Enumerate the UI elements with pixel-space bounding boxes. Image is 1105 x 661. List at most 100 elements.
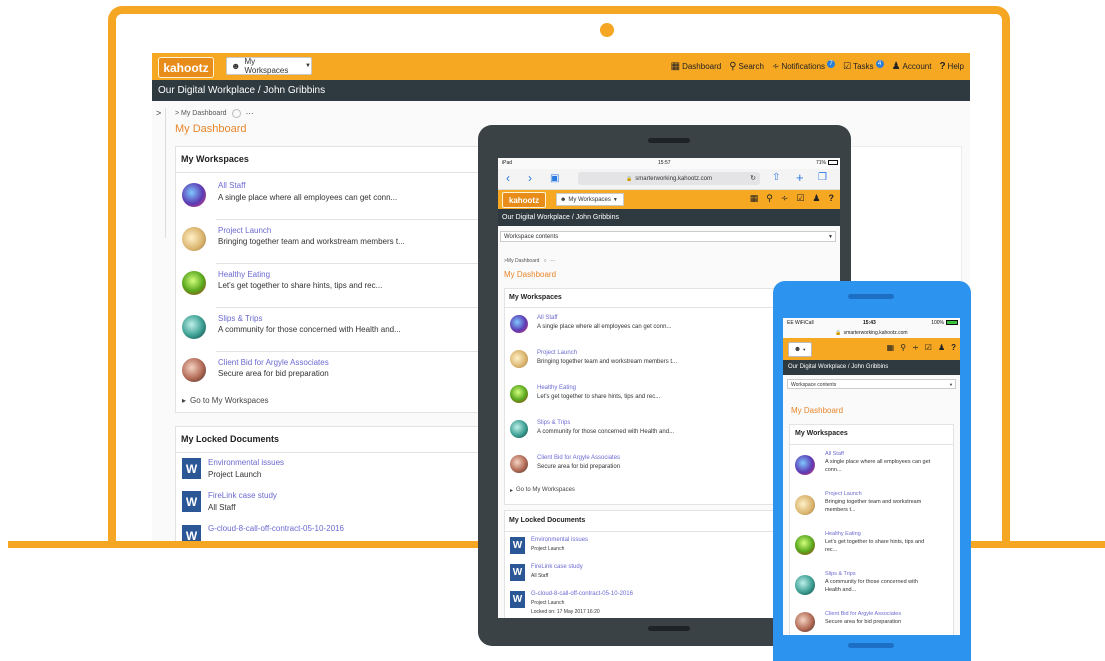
forward-icon[interactable]: › — [528, 171, 532, 185]
user-icon[interactable]: ♟ — [812, 193, 820, 204]
workspace-selector[interactable]: ☻ My Workspaces ▼ — [226, 57, 312, 75]
workspace-title[interactable]: All Staff — [218, 181, 245, 190]
user-icon[interactable]: ♟ — [938, 343, 945, 352]
workspace-item[interactable]: All Staff A single place where all emplo… — [790, 447, 953, 487]
device-label: iPad — [502, 160, 513, 166]
workspace-title[interactable]: Slips & Trips — [825, 571, 856, 577]
search-icon[interactable]: ⚲ — [766, 193, 773, 204]
tablet-locked-heading: My Locked Documents — [509, 517, 586, 524]
bookmarks-icon[interactable]: ▣ — [550, 173, 559, 184]
loading-icon: ○ — [543, 258, 547, 264]
doc-title[interactable]: Environmental issues — [531, 537, 588, 543]
nav-dashboard[interactable]: ▦ Dashboard — [671, 61, 722, 72]
phone-contents-select[interactable]: Workspace contents ▼ — [787, 379, 956, 389]
workspace-title[interactable]: All Staff — [825, 451, 844, 457]
share-icon[interactable]: ⇧ — [772, 172, 780, 183]
tablet-go-to-workspaces[interactable]: ▸ Go to My Workspaces — [510, 487, 575, 494]
word-doc-icon: W — [182, 458, 201, 479]
nav-account[interactable]: ♟ Account — [892, 61, 932, 72]
workspace-title[interactable]: Project Launch — [218, 226, 271, 235]
nav-notifications[interactable]: ∻ Notifications 7 — [772, 59, 836, 72]
sidebar-toggle[interactable]: > — [152, 108, 166, 238]
workspace-title[interactable]: Client Bid for Argyle Associates — [537, 455, 620, 461]
checkbox-icon[interactable]: ☑ — [796, 193, 804, 204]
phone-url: smarterworking.kahootz.com — [843, 329, 908, 336]
locked-doc-item[interactable]: W Environmental issues Project Launch — [176, 455, 486, 487]
help-icon[interactable]: ? — [829, 193, 835, 204]
phone-workspaces-panel: My Workspaces All Staff A single place w… — [789, 424, 954, 635]
word-doc-icon: W — [510, 591, 525, 608]
workspace-title[interactable]: Slips & Trips — [218, 314, 262, 323]
workspace-item[interactable]: Slips & Trips A community for those conc… — [790, 567, 953, 607]
tabs-icon[interactable]: ❐ — [818, 172, 827, 183]
doc-title[interactable]: G-cloud-8-call-off-contract-05-10-2016 — [208, 524, 344, 533]
project-launch-avatar-icon — [510, 350, 528, 368]
workspace-desc: Let's get together to share hints, tips … — [825, 539, 925, 545]
doc-title[interactable]: Environmental issues — [208, 458, 284, 467]
laptop-camera — [600, 23, 614, 37]
caret-down-icon: ▼ — [305, 63, 311, 69]
phone-home — [848, 643, 894, 648]
workspace-selector-label: My Workspaces — [244, 57, 289, 75]
search-icon[interactable]: ⚲ — [900, 343, 906, 352]
nav-tasks[interactable]: ☑ Tasks 4 — [843, 59, 884, 72]
back-icon[interactable]: ‹ — [506, 171, 510, 185]
phone-address-bar[interactable]: 🔒 smarterworking.kahootz.com — [783, 328, 960, 337]
grid-icon[interactable]: ▦ — [887, 343, 895, 352]
nav-help[interactable]: ? Help — [939, 61, 964, 72]
doc-workspace: All Staff — [531, 573, 549, 579]
kahootz-logo[interactable]: kahootz — [158, 57, 214, 78]
workspaces-panel: My Workspaces All Staff A single place w… — [175, 146, 487, 413]
phone-screen: EE WiFiCall 15:43 100% 🔒 smarterworking.… — [783, 318, 960, 635]
tablet-selector-label: My Workspaces — [568, 196, 611, 203]
workspace-item[interactable]: Healthy Eating Let's get together to sha… — [790, 527, 953, 567]
workspace-item[interactable]: Slips & Trips A community for those conc… — [176, 307, 486, 351]
new-tab-icon[interactable]: + — [796, 170, 804, 185]
workspace-title[interactable]: All Staff — [537, 315, 558, 321]
client-bid-avatar-icon — [510, 455, 528, 473]
tablet-workspace-selector[interactable]: ☻ My Workspaces ▼ — [556, 193, 624, 206]
workspace-title[interactable]: Project Launch — [825, 491, 862, 497]
caret-down-icon: ▼ — [949, 382, 953, 387]
reload-icon[interactable]: ↻ — [750, 174, 756, 182]
nav-search[interactable]: ⚲ Search — [729, 61, 764, 72]
workspace-title[interactable]: Slips & Trips — [537, 420, 570, 426]
workspace-desc: Bringing together team and workstream me… — [218, 237, 405, 246]
workspace-item[interactable]: Project Launch Bringing together team an… — [790, 487, 953, 527]
workspace-title[interactable]: Healthy Eating — [218, 270, 270, 279]
workspace-title[interactable]: Client Bid for Argyle Associates — [825, 611, 901, 617]
workspace-item[interactable]: Client Bid for Argyle Associates Secure … — [790, 607, 953, 635]
workspace-title[interactable]: Client Bid for Argyle Associates — [218, 358, 329, 367]
workspace-title[interactable]: Project Launch — [537, 350, 577, 356]
workspace-item[interactable]: Project Launch Bringing together team an… — [176, 219, 486, 263]
top-bar: kahootz ☻ My Workspaces ▼ ▦ Dashboard ⚲ … — [152, 53, 970, 80]
rss-icon[interactable]: ∻ — [781, 193, 789, 204]
workspace-title[interactable]: Healthy Eating — [825, 531, 861, 537]
workspace-item[interactable]: Healthy Eating Let's get together to sha… — [176, 263, 486, 307]
help-icon[interactable]: ? — [951, 343, 956, 352]
checkbox-icon[interactable]: ☑ — [925, 343, 932, 352]
locked-doc-item[interactable]: W FireLink case study All Staff — [176, 488, 486, 520]
doc-workspace: Project Launch — [531, 546, 565, 552]
tablet-contents-select[interactable]: Workspace contents ▼ — [500, 231, 836, 242]
rss-icon[interactable]: ∻ — [912, 343, 919, 352]
tablet-address-bar[interactable]: 🔒 smarterworking.kahootz.com ↻ — [578, 172, 760, 185]
more-icon[interactable]: ⋯ — [550, 258, 555, 264]
grid-icon[interactable]: ▦ — [750, 193, 759, 204]
doc-title[interactable]: G-cloud-8-call-off-contract-05-10-2016 — [531, 591, 633, 597]
workspace-item[interactable]: All Staff A single place where all emplo… — [176, 175, 486, 219]
workspace-title[interactable]: Healthy Eating — [537, 385, 576, 391]
breadcrumb[interactable]: > My Dashboard ⋯ — [175, 109, 254, 118]
locked-doc-item[interactable]: W G-cloud-8-call-off-contract-05-10-2016 — [176, 521, 486, 541]
tablet-browser-bar: ‹ › ▣ 🔒 smarterworking.kahootz.com ↻ ⇧ +… — [498, 169, 840, 190]
go-to-workspaces-link[interactable]: ▸ Go to My Workspaces — [182, 396, 269, 405]
word-doc-icon: W — [510, 537, 525, 554]
healthy-eating-avatar-icon — [510, 385, 528, 403]
tablet-breadcrumb[interactable]: >My Dashboard ○ ⋯ — [504, 258, 555, 264]
phone-workspace-selector[interactable]: ☻ ▼ — [788, 342, 812, 357]
doc-title[interactable]: FireLink case study — [531, 564, 583, 570]
tablet-logo[interactable]: kahootz — [502, 192, 546, 208]
more-icon[interactable]: ⋯ — [246, 109, 254, 118]
workspace-item[interactable]: Client Bid for Argyle Associates Secure … — [176, 351, 486, 395]
doc-title[interactable]: FireLink case study — [208, 491, 277, 500]
